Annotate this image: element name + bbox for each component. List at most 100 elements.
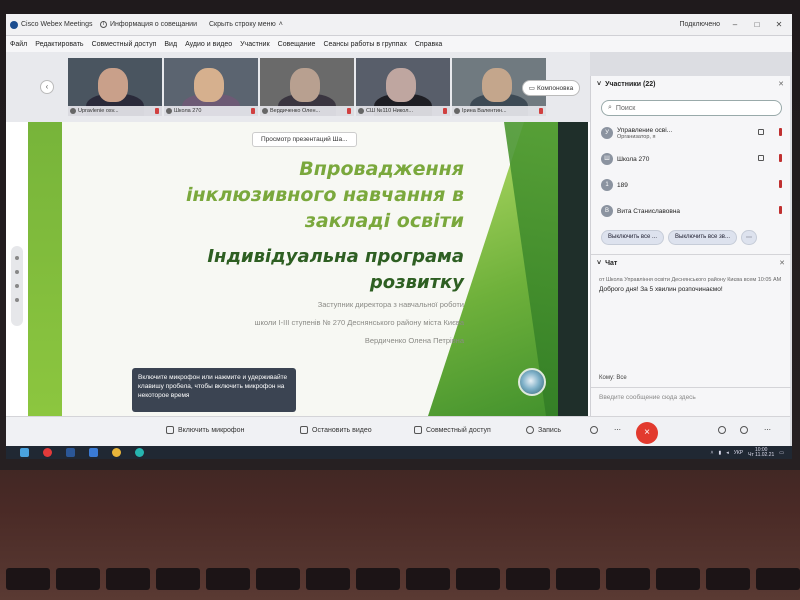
keyboard-key [56, 568, 100, 590]
hide-menu-button[interactable]: Скрыть строку меню ˄ [209, 21, 283, 28]
menu-view[interactable]: Вид [164, 41, 177, 48]
search-placeholder: Поиск [615, 104, 636, 112]
keyboard-key [106, 568, 150, 590]
mic-button[interactable]: Включить микрофон [166, 426, 244, 434]
participant-row[interactable]: В Вита Станиславовна [591, 198, 790, 224]
mic-muted-icon[interactable] [779, 154, 782, 162]
menu-audio-video[interactable]: Аудио и видео [185, 41, 232, 48]
annotation-toolbar[interactable] [11, 246, 23, 326]
menu-share[interactable]: Совместный доступ [92, 41, 157, 48]
mic-muted-icon [251, 108, 255, 114]
reactions-button[interactable] [590, 426, 598, 434]
person-face [98, 68, 128, 102]
more-button[interactable]: ⋯ [614, 426, 621, 434]
participant-row[interactable]: 1 189 [591, 172, 790, 198]
slide-subtitle-line: Індивідуальна програма [207, 246, 464, 267]
chevron-up-icon: ˄ [278, 21, 283, 28]
slide-left-accent [28, 122, 62, 416]
person-face [386, 68, 416, 102]
mic-muted-icon[interactable] [779, 128, 782, 136]
menu-participant[interactable]: Участник [240, 41, 270, 48]
minimize-icon[interactable]: – [728, 20, 742, 29]
app-title: Cisco Webex Meetings [10, 20, 100, 29]
video-button[interactable]: Остановить видео [300, 426, 372, 434]
participant-name: Школа 270 [617, 155, 650, 163]
laptop-screen: Cisco Webex Meetings i Информация о сове… [6, 14, 792, 459]
share-icon [414, 426, 422, 434]
menu-edit[interactable]: Редактировать [35, 41, 83, 48]
close-icon[interactable]: ✕ [778, 80, 784, 88]
mic-muted-icon[interactable] [779, 180, 782, 188]
network-icon[interactable]: ▮ [718, 450, 721, 456]
chat-toggle[interactable] [740, 426, 748, 434]
chat-recipient[interactable]: Кому: Все [599, 375, 627, 381]
participant-video-tile[interactable]: Вердиченко Олен... [260, 58, 354, 116]
meeting-info-button[interactable]: i Информация о совещании [100, 21, 197, 28]
maximize-icon[interactable]: □ [750, 20, 764, 29]
sharer-banner[interactable]: Просмотр презентаций Ша... [252, 132, 357, 147]
participant-video-tile[interactable]: Школа 270 [164, 58, 258, 116]
participant-row[interactable]: У Управление осві... Организатор, я [591, 120, 790, 146]
avatar: Ш [601, 153, 613, 165]
keyboard-key [706, 568, 750, 590]
keyboard-key [256, 568, 300, 590]
chat-message: Доброго дня! За 5 хвилин розпочинаємо! [599, 286, 723, 293]
chevron-up-icon[interactable]: ˄ [711, 450, 714, 456]
menu-meeting[interactable]: Совещание [278, 41, 316, 48]
meeting-info-label: Информация о совещании [110, 21, 197, 28]
chevron-down-icon: ˅ [597, 259, 602, 267]
end-meeting-button[interactable]: × [636, 422, 658, 444]
unmute-all-button[interactable]: Выключить все ... [601, 230, 665, 245]
keyboard [0, 560, 800, 600]
menu-file[interactable]: Файл [10, 41, 27, 48]
clock[interactable]: 10:00 Чт 11.02.21 [748, 447, 775, 458]
layout-button[interactable]: ▭ Компоновка [522, 80, 580, 96]
mute-all-button[interactable]: Выключить все зв... [668, 230, 737, 245]
person-face [290, 68, 320, 102]
slide-title-line: закладі освіти [304, 210, 464, 232]
record-button[interactable]: Запись [526, 426, 561, 434]
record-label: Запись [538, 426, 561, 434]
notifications-icon[interactable]: ▭ [779, 450, 784, 456]
file-explorer-icon[interactable] [89, 448, 98, 457]
slide-edge [558, 122, 588, 416]
chat-to-label: Кому: [599, 375, 615, 381]
participant-row[interactable]: Ш Школа 270 [591, 146, 790, 172]
mic-muted-icon[interactable] [779, 206, 782, 214]
share-button[interactable]: Совместный доступ [414, 426, 491, 434]
windows-start-icon[interactable] [20, 448, 29, 457]
participant-video-tile[interactable]: СШ №110 Никол... [356, 58, 450, 116]
word-icon[interactable] [66, 448, 75, 457]
participant-name-block: Управление осві... Организатор, я [617, 127, 672, 140]
opera-icon[interactable] [43, 448, 52, 457]
hide-menu-label: Скрыть строку меню [208, 21, 276, 28]
menu-help[interactable]: Справка [415, 41, 442, 48]
mic-icon [262, 108, 268, 114]
language-indicator[interactable]: УКР [734, 450, 743, 456]
menu-breakout[interactable]: Сеансы работы в группах [323, 41, 406, 48]
clock-date: Чт 11.02.21 [748, 451, 775, 458]
chat-input[interactable]: Введите сообщение сюда здесь [591, 387, 791, 407]
participants-toggle[interactable] [718, 426, 726, 434]
chat-header[interactable]: ˅ Чат ✕ [591, 255, 791, 271]
slide-title-line: Впровадження [299, 158, 464, 180]
keyboard-key [6, 568, 50, 590]
volume-icon[interactable]: ◂ [726, 450, 729, 456]
participants-header[interactable]: ˅ Участники (22) ✕ [591, 76, 790, 92]
overflow-button[interactable]: ⋯ [764, 426, 771, 434]
more-options-button[interactable]: ⋯ [741, 230, 757, 245]
close-icon[interactable]: ✕ [772, 20, 786, 29]
webex-taskbar-icon[interactable] [135, 448, 144, 457]
mic-icon [454, 108, 460, 114]
chrome-icon[interactable] [112, 448, 121, 457]
slide-subtitle-line: розвитку [369, 272, 464, 293]
participant-video-tile[interactable]: Upravlenie osv... [68, 58, 162, 116]
mic-icon [166, 426, 174, 434]
chat-bubble-icon [740, 426, 748, 434]
participant-search[interactable]: ⌕ Поиск [601, 100, 782, 116]
close-icon[interactable]: ✕ [779, 259, 785, 267]
menu-bar: Файл Редактировать Совместный доступ Вид… [6, 36, 792, 52]
strip-prev-button[interactable]: ‹ [40, 80, 54, 94]
chat-title: Чат [605, 259, 618, 267]
photo-of-laptop: Cisco Webex Meetings i Информация о сове… [0, 0, 800, 600]
